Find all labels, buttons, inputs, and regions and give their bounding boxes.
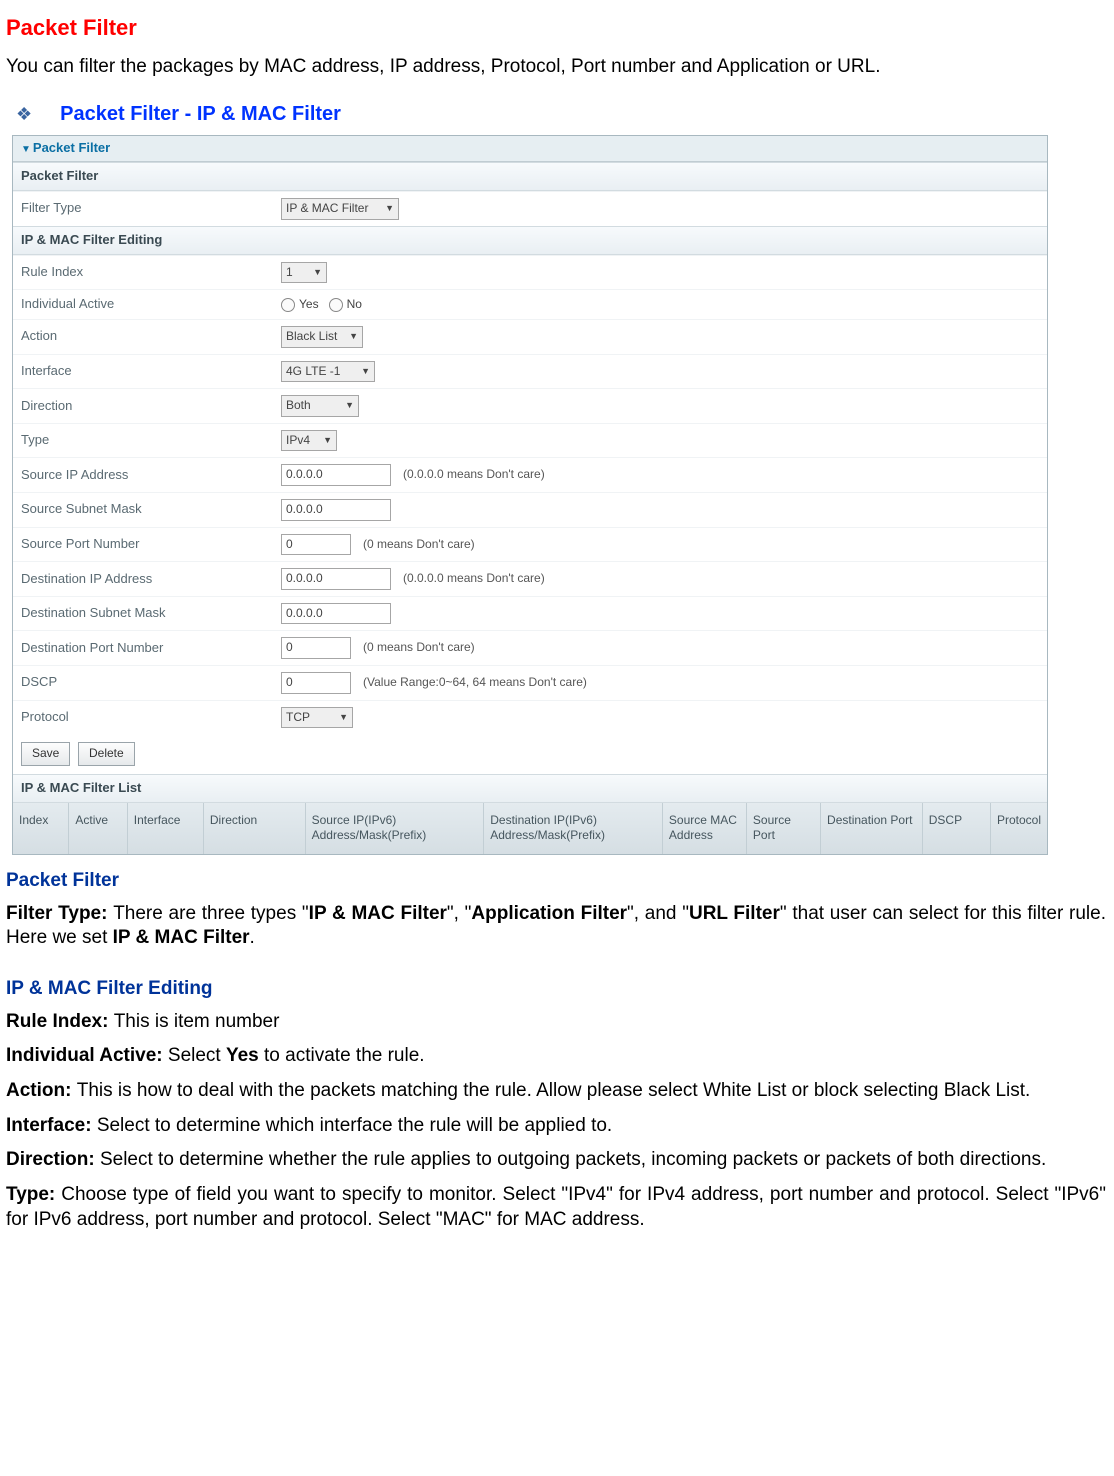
src-ip-input[interactable]: 0.0.0.0 xyxy=(281,464,391,486)
radio-yes[interactable] xyxy=(281,298,295,312)
col-interface: Interface xyxy=(127,803,203,854)
label-protocol: Protocol xyxy=(21,709,281,726)
panel-header[interactable]: ▼Packet Filter xyxy=(13,136,1047,162)
col-active: Active xyxy=(68,803,126,854)
label-interface: Interface xyxy=(21,363,281,380)
dst-ip-input[interactable]: 0.0.0.0 xyxy=(281,568,391,590)
label-filter-type: Filter Type xyxy=(21,200,281,217)
chevron-down-icon: ▼ xyxy=(339,712,348,724)
col-mac: Source MAC Address xyxy=(662,803,746,854)
para-direction: Direction: Select to determine whether t… xyxy=(6,1148,1106,1173)
interface-select[interactable]: 4G LTE -1▼ xyxy=(281,361,375,383)
para-filter-type: Filter Type: There are three types "IP &… xyxy=(6,902,1106,951)
col-destination: Destination IP(IPv6) Address/Mask(Prefix… xyxy=(483,803,662,854)
label-src-mask: Source Subnet Mask xyxy=(21,501,281,518)
label-src-port: Source Port Number xyxy=(21,536,281,553)
section-packet-filter: Packet Filter xyxy=(13,162,1047,191)
para-interface: Interface: Select to determine which int… xyxy=(6,1114,1106,1139)
hint-dst-ip: (0.0.0.0 means Don't care) xyxy=(403,571,545,587)
collapse-icon: ▼ xyxy=(21,144,31,155)
col-sport: Source Port xyxy=(746,803,820,854)
label-dscp: DSCP xyxy=(21,674,281,691)
label-dst-ip: Destination IP Address xyxy=(21,571,281,588)
dscp-input[interactable]: 0 xyxy=(281,672,351,694)
action-select[interactable]: Black List▼ xyxy=(281,326,363,348)
src-port-input[interactable]: 0 xyxy=(281,534,351,556)
hint-src-ip: (0.0.0.0 means Don't care) xyxy=(403,467,545,483)
col-index: Index xyxy=(13,803,68,854)
diamond-icon: ❖ xyxy=(16,103,32,126)
radio-no-label: No xyxy=(347,297,362,313)
col-source: Source IP(IPv6) Address/Mask(Prefix) xyxy=(305,803,484,854)
label-dst-port: Destination Port Number xyxy=(21,640,281,657)
rule-index-select[interactable]: 1▼ xyxy=(281,262,327,284)
config-panel: ▼Packet Filter Packet Filter Filter Type… xyxy=(12,135,1048,855)
direction-select[interactable]: Both▼ xyxy=(281,395,359,417)
chevron-down-icon: ▼ xyxy=(345,400,354,412)
page-title: Packet Filter xyxy=(6,14,1106,43)
chevron-down-icon: ▼ xyxy=(385,203,394,215)
chevron-down-icon: ▼ xyxy=(323,435,332,447)
filter-type-select[interactable]: IP & MAC Filter▼ xyxy=(281,198,399,220)
para-individual-active: Individual Active: Select Yes to activat… xyxy=(6,1044,1106,1069)
hint-dst-port: (0 means Don't care) xyxy=(363,640,475,656)
button-row: Save Delete xyxy=(13,734,1047,774)
label-action: Action xyxy=(21,328,281,345)
para-action: Action: This is how to deal with the pac… xyxy=(6,1079,1106,1104)
save-button[interactable]: Save xyxy=(21,742,70,766)
label-src-ip: Source IP Address xyxy=(21,467,281,484)
col-dscp: DSCP xyxy=(922,803,990,854)
heading-editing: IP & MAC Filter Editing xyxy=(6,977,1106,1002)
row-filter-type: Filter Type IP & MAC Filter▼ xyxy=(13,191,1047,226)
label-individual-active: Individual Active xyxy=(21,296,281,313)
bullet-label: Packet Filter - IP & MAC Filter xyxy=(60,101,341,127)
col-protocol: Protocol xyxy=(990,803,1047,854)
radio-no[interactable] xyxy=(329,298,343,312)
chevron-down-icon: ▼ xyxy=(361,366,370,378)
para-rule-index: Rule Index: This is item number xyxy=(6,1010,1106,1035)
src-mask-input[interactable]: 0.0.0.0 xyxy=(281,499,391,521)
delete-button[interactable]: Delete xyxy=(78,742,135,766)
hint-dscp: (Value Range:0~64, 64 means Don't care) xyxy=(363,675,587,691)
chevron-down-icon: ▼ xyxy=(349,331,358,343)
chevron-down-icon: ▼ xyxy=(313,267,322,279)
dst-port-input[interactable]: 0 xyxy=(281,637,351,659)
type-select[interactable]: IPv4▼ xyxy=(281,430,337,452)
heading-packet-filter: Packet Filter xyxy=(6,869,1106,894)
section-bullet: ❖ Packet Filter - IP & MAC Filter xyxy=(6,101,1106,127)
col-dport: Destination Port xyxy=(820,803,922,854)
section-filter-list: IP & MAC Filter List xyxy=(13,774,1047,803)
section-editing: IP & MAC Filter Editing xyxy=(13,226,1047,255)
para-type: Type: Choose type of field you want to s… xyxy=(6,1183,1106,1232)
label-direction: Direction xyxy=(21,398,281,415)
radio-yes-label: Yes xyxy=(299,297,319,313)
protocol-select[interactable]: TCP▼ xyxy=(281,707,353,729)
label-type: Type xyxy=(21,432,281,449)
dst-mask-input[interactable]: 0.0.0.0 xyxy=(281,603,391,625)
panel-header-label: Packet Filter xyxy=(33,140,110,155)
hint-src-port: (0 means Don't care) xyxy=(363,537,475,553)
list-header: Index Active Interface Direction Source … xyxy=(13,803,1047,854)
label-rule-index: Rule Index xyxy=(21,264,281,281)
intro-text: You can filter the packages by MAC addre… xyxy=(6,55,1106,80)
col-direction: Direction xyxy=(203,803,305,854)
label-dst-mask: Destination Subnet Mask xyxy=(21,605,281,622)
